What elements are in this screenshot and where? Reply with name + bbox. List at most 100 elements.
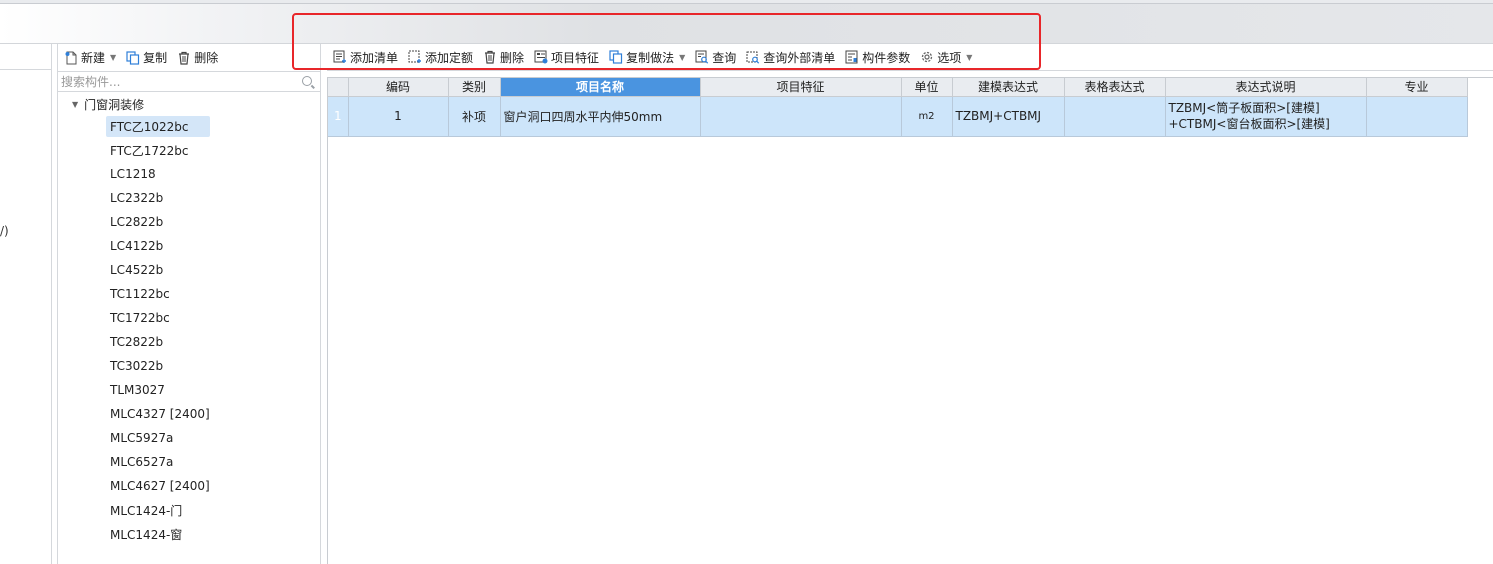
copy-method-label: 复制做法 — [626, 50, 675, 65]
component-params-button[interactable]: 构件参数 — [843, 46, 912, 68]
tree-item[interactable]: LC1218 — [58, 162, 320, 186]
add-list-icon — [333, 50, 347, 64]
column-header-model-expression[interactable]: 建模表达式 — [952, 78, 1065, 97]
trash-icon — [483, 50, 497, 64]
table-row[interactable]: 1 1 补项 窗户洞口四周水平内伸50mm m2 TZBMJ+CTBMJ TZB… — [328, 95, 1468, 137]
column-header-major[interactable]: 专业 — [1366, 78, 1468, 97]
copy-button-label: 复制 — [143, 51, 168, 65]
tree-item[interactable]: TC2822b — [58, 330, 320, 354]
tree-item-label: TC1722bc — [110, 311, 170, 325]
tree-item-label: MLC5927a — [110, 431, 174, 445]
major-cell[interactable] — [1366, 96, 1468, 137]
tree-item-label: MLC1424-门 — [110, 503, 183, 518]
copy-icon — [126, 50, 140, 65]
column-header-category[interactable]: 类别 — [448, 78, 501, 97]
model-expression-cell[interactable]: TZBMJ+CTBMJ — [952, 96, 1065, 137]
component-toolbar: 新建 ▼ 复制 删除 — [58, 44, 320, 71]
column-header-table-expression[interactable]: 表格表达式 — [1064, 78, 1166, 97]
copy-icon — [609, 50, 623, 64]
method-grid: 编码 类别 项目名称 项目特征 单位 建模表达式 表格表达式 表达式说明 专业 … — [327, 77, 1493, 564]
add-quota-icon — [408, 50, 422, 64]
tree-item[interactable]: MLC5927a — [58, 426, 320, 450]
delete-row-label: 删除 — [500, 50, 525, 65]
search-icon[interactable] — [302, 76, 312, 86]
new-button[interactable]: 新建 ▼ — [62, 47, 118, 69]
item-feature-button[interactable]: 项目特征 — [532, 46, 601, 68]
query-label: 查询 — [712, 50, 737, 65]
query-external-icon — [746, 50, 760, 64]
column-header-item-feature[interactable]: 项目特征 — [700, 78, 902, 97]
component-tree: ▼ 门窗洞装修 FTC乙1022bc FTC乙1722bc LC1218 LC2322… — [58, 94, 320, 546]
add-quota-button[interactable]: 添加定额 — [406, 46, 475, 68]
tree-item[interactable]: MLC1424-窗 — [58, 522, 320, 546]
tree-item[interactable]: MLC4327 [2400] — [58, 402, 320, 426]
unit-cell[interactable]: m2 — [901, 96, 953, 137]
new-button-label: 新建 — [81, 51, 106, 65]
chevron-down-icon[interactable]: ▼ — [110, 53, 116, 62]
query-icon — [695, 50, 709, 64]
component-params-icon — [845, 50, 859, 64]
tree-item-label: MLC4627 [2400] — [110, 479, 210, 493]
category-cell[interactable]: 补项 — [448, 96, 501, 137]
delete-button[interactable]: 删除 — [175, 47, 220, 69]
tree-item[interactable]: LC4522b — [58, 258, 320, 282]
tree-item[interactable]: MLC4627 [2400] — [58, 474, 320, 498]
add-list-button[interactable]: 添加清单 — [331, 46, 400, 68]
chevron-down-icon[interactable]: ▼ — [679, 53, 685, 62]
query-external-list-button[interactable]: 查询外部清单 — [744, 46, 837, 68]
item-feature-cell[interactable] — [700, 96, 902, 137]
delete-row-button[interactable]: 删除 — [481, 46, 526, 68]
copy-method-button[interactable]: 复制做法 ▼ — [607, 46, 687, 68]
tree-item-label: TC3022b — [110, 359, 164, 373]
row-number-header[interactable] — [328, 78, 349, 97]
tree-item[interactable]: TLM3027 — [58, 378, 320, 402]
tree-root-node[interactable]: ▼ 门窗洞装修 — [58, 94, 320, 114]
delete-button-label: 删除 — [194, 51, 219, 65]
expression-description-cell[interactable]: TZBMJ<筒子板面积>[建模] +CTBMJ<窗台板面积>[建模] — [1165, 96, 1367, 137]
column-header-expression-description[interactable]: 表达式说明 — [1165, 78, 1367, 97]
component-search-input[interactable] — [58, 72, 296, 91]
column-header-code[interactable]: 编码 — [348, 78, 449, 97]
chevron-down-icon[interactable]: ▼ — [966, 53, 972, 62]
column-header-item-name[interactable]: 项目名称 — [500, 78, 701, 97]
tree-item-label: FTC乙1722bc — [110, 143, 189, 158]
tree-item-label: LC4122b — [110, 239, 164, 253]
tree-item[interactable]: FTC乙1722bc — [58, 138, 320, 162]
tree-item[interactable]: LC2822b — [58, 210, 320, 234]
query-button[interactable]: 查询 — [693, 46, 738, 68]
tree-item[interactable]: LC2322b — [58, 186, 320, 210]
expression-description-line: +CTBMJ<窗台板面积>[建模] — [1168, 117, 1330, 131]
left-pane-text-fragment: /) — [0, 224, 9, 238]
left-navigation-pane: /) — [0, 44, 52, 564]
tree-item[interactable]: TC3022b — [58, 354, 320, 378]
tree-item-label: MLC6527a — [110, 455, 174, 469]
caret-down-icon[interactable]: ▼ — [72, 100, 78, 109]
gear-icon — [920, 50, 934, 64]
item-name-cell[interactable]: 窗户洞口四周水平内伸50mm — [499, 95, 701, 137]
row-number-cell[interactable]: 1 — [328, 96, 349, 137]
tree-item-label: TC1122bc — [110, 287, 170, 301]
table-header-row: 编码 类别 项目名称 项目特征 单位 建模表达式 表格表达式 表达式说明 专业 — [328, 78, 1468, 97]
tree-item[interactable]: MLC1424-门 — [58, 498, 320, 522]
tree-item-label: LC2322b — [110, 191, 164, 205]
code-cell[interactable]: 1 — [348, 96, 449, 137]
table-expression-cell[interactable] — [1064, 96, 1166, 137]
method-toolbar: 添加清单 添加定额 删除 项目特征 复制做法 ▼ 查询 查询外部清单 构件参数 … — [327, 44, 1493, 71]
tree-item[interactable]: TC1122bc — [58, 282, 320, 306]
tree-item[interactable]: MLC6527a — [58, 450, 320, 474]
query-external-label: 查询外部清单 — [763, 50, 836, 65]
column-header-unit[interactable]: 单位 — [901, 78, 953, 97]
options-button[interactable]: 选项 ▼ — [918, 46, 974, 68]
tree-item[interactable]: LC4122b — [58, 234, 320, 258]
tree-item-label: LC4522b — [110, 263, 164, 277]
trash-icon — [177, 51, 191, 65]
component-search-box — [58, 71, 320, 92]
add-list-label: 添加清单 — [350, 50, 399, 65]
item-feature-label: 项目特征 — [551, 50, 600, 65]
tree-item[interactable]: FTC乙1022bc — [58, 114, 320, 138]
tree-item-label: MLC4327 [2400] — [110, 407, 210, 421]
copy-button[interactable]: 复制 — [124, 47, 169, 69]
tree-item[interactable]: TC1722bc — [58, 306, 320, 330]
tree-item-label: FTC乙1022bc — [106, 115, 211, 137]
new-document-icon — [64, 51, 78, 65]
